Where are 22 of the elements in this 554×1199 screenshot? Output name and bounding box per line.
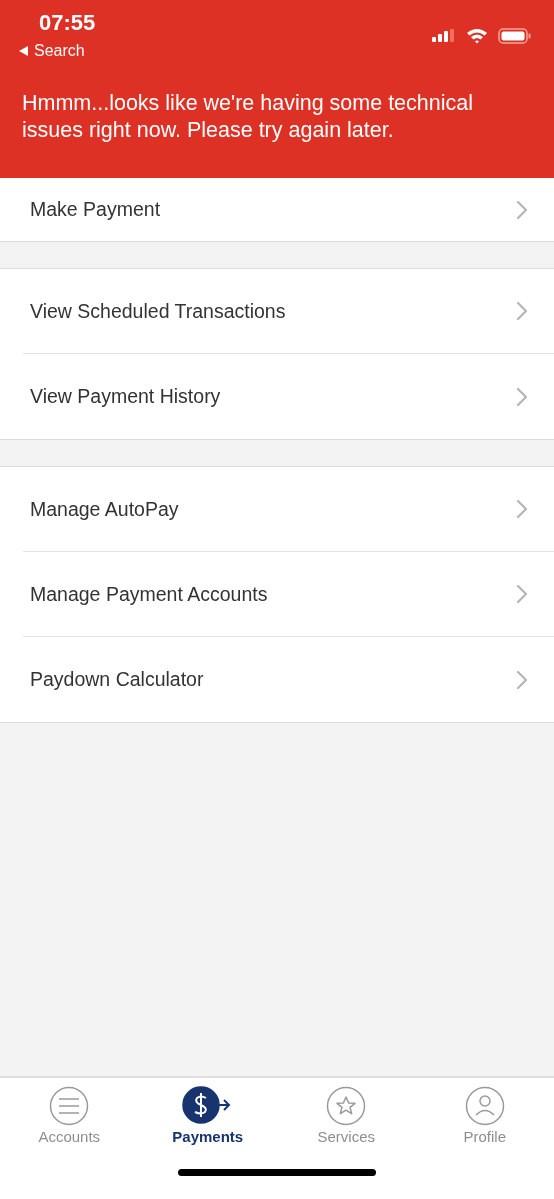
chevron-icon (516, 584, 528, 604)
signal-icon (432, 29, 456, 43)
back-arrow-icon (18, 45, 29, 57)
person-icon (464, 1086, 505, 1126)
chevron-icon (516, 386, 528, 407)
chevron-icon (516, 499, 528, 519)
menu-icon (49, 1086, 90, 1126)
menu-item[interactable]: View Payment History (23, 354, 554, 439)
chevron-icon (516, 669, 528, 690)
menu-item[interactable]: Paydown Calculator (23, 637, 554, 722)
menu-item[interactable]: View Scheduled Transactions (23, 269, 554, 354)
back-link[interactable]: Search (18, 42, 96, 60)
status-time: 07:55 (38, 10, 96, 36)
menu-item[interactable]: Manage AutoPay (23, 467, 554, 552)
menu-item[interactable]: Manage Payment Accounts (23, 552, 554, 637)
wifi-icon (466, 28, 488, 44)
chevron-icon (516, 199, 528, 220)
error-message: Hmmm...looks like we're having some technical issues right now. Please try again later. (22, 90, 474, 144)
tab[interactable]: Payments (138, 1086, 277, 1145)
chevron-icon (516, 301, 528, 321)
battery-icon (498, 28, 532, 44)
menu-item[interactable]: Make Payment (23, 178, 554, 241)
